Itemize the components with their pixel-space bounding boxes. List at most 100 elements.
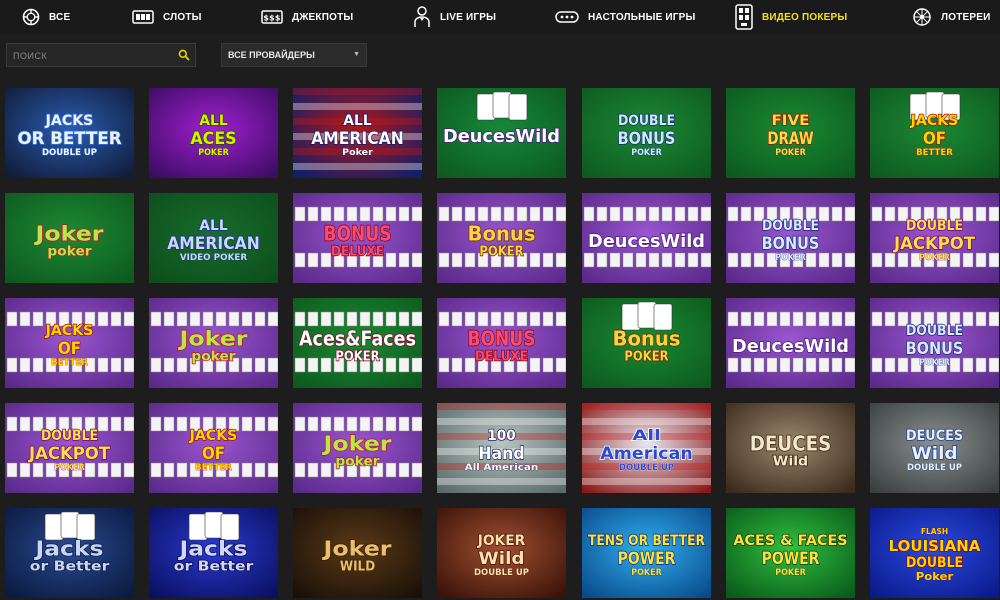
game-tile[interactable]: FIVE DRAW POKER	[726, 88, 855, 178]
game-title-line: All American	[465, 463, 538, 473]
game-title-line: POKER	[775, 148, 806, 158]
game-title-line: BONUS	[906, 339, 964, 359]
game-title-line: ALL	[343, 113, 372, 129]
dealer-icon	[414, 6, 430, 27]
search-icon[interactable]	[178, 49, 190, 61]
game-tile[interactable]: DOUBLE JACKPOT POKER	[5, 403, 134, 493]
game-tile[interactable]: 100 Hand All American	[437, 403, 566, 493]
game-tile[interactable]: TENS OR BETTER POWER POKER	[582, 508, 711, 598]
game-tile[interactable]: Aces&Faces POKER	[293, 298, 422, 388]
game-thumbnail: FIVEDRAWPOKER	[726, 88, 855, 178]
video-poker-icon	[735, 4, 753, 30]
nav-item-slots[interactable]: СЛОТЫ	[132, 0, 202, 34]
game-title-line: Bonus	[468, 222, 536, 246]
game-title-line: OF	[202, 444, 225, 464]
game-tile[interactable]: All American DOUBLE UP	[582, 403, 711, 493]
game-thumbnail: ALLAMERICANVIDEO POKER	[149, 193, 278, 283]
game-tile[interactable]: JACKS OF BETTER	[149, 403, 278, 493]
nav-item-video-poker[interactable]: ВИДЕО ПОКЕРЫ	[735, 0, 847, 34]
game-tile[interactable]: DeucesWild	[726, 298, 855, 388]
game-tile[interactable]: DEUCES Wild	[726, 403, 855, 493]
game-thumbnail: ALLAMERICANPoker	[293, 88, 422, 178]
game-tile[interactable]: Bonus POKER	[437, 193, 566, 283]
game-title-line: DeucesWild	[732, 336, 849, 357]
game-tile[interactable]: Jacks or Better	[149, 508, 278, 598]
game-title-line: WILD	[340, 560, 376, 575]
game-tile[interactable]: DOUBLE BONUS POKER	[870, 298, 999, 388]
chip-icon	[22, 8, 40, 26]
game-title-line: Jacks	[177, 537, 247, 561]
game-tile[interactable]: DOUBLE BONUS POKER	[726, 193, 855, 283]
game-tile[interactable]: DeucesWild	[437, 88, 566, 178]
nav-item-live[interactable]: LIVE ИГРЫ	[413, 0, 496, 34]
game-tile[interactable]: ALL AMERICAN Poker	[293, 88, 422, 178]
game-tile[interactable]: DOUBLE JACKPOT POKER	[870, 193, 999, 283]
game-title-line: POKER	[335, 350, 379, 365]
game-tile[interactable]: JACKS OR BETTER DOUBLE UP	[5, 88, 134, 178]
search-box	[6, 43, 196, 68]
game-title-line: DELUXE	[331, 245, 384, 260]
game-title-line: BETTER	[195, 463, 232, 473]
search-input[interactable]	[7, 44, 180, 68]
game-tile[interactable]: Joker poker	[149, 298, 278, 388]
game-title-line: POKER	[775, 568, 806, 578]
game-title-line: OF	[58, 339, 81, 359]
nav-item-lottery[interactable]: ЛОТЕРЕИ	[912, 0, 991, 34]
game-title-line: JACKS	[189, 428, 238, 444]
nav-label-lottery: ЛОТЕРЕИ	[941, 11, 991, 23]
game-title-line: Wild	[911, 444, 957, 464]
game-title-line: or Better	[30, 560, 110, 575]
game-tile[interactable]: Joker WILD	[293, 508, 422, 598]
game-title-line: 100	[487, 428, 516, 444]
game-title-line: DEUCES	[750, 432, 832, 456]
nav-item-jackpots[interactable]: $$$ ДЖЕКПОТЫ	[261, 0, 353, 34]
nav-label-video-poker: ВИДЕО ПОКЕРЫ	[762, 11, 848, 23]
game-tile[interactable]: Jacks or Better	[5, 508, 134, 598]
game-tile[interactable]: JOKER Wild DOUBLE UP	[437, 508, 566, 598]
game-title-line: Jacks	[33, 537, 103, 561]
slot-machine-icon	[132, 10, 154, 24]
game-thumbnail: ACES & FACESPOWERPOKER	[726, 508, 855, 598]
game-title-line: OF	[923, 129, 946, 149]
game-thumbnail: AllAmericanDOUBLE UP	[582, 403, 711, 493]
game-thumbnail: DEUCESWildDOUBLE UP	[870, 403, 999, 493]
game-title-line: Wild	[478, 549, 524, 569]
game-title-line: LOUISIANA	[889, 537, 981, 555]
provider-select[interactable]: ВСЕ ПРОВАЙДЕРЫ ▼	[221, 43, 367, 67]
game-title-line: poker	[191, 350, 236, 365]
game-tile[interactable]: JACKS OF BETTER	[5, 298, 134, 388]
game-thumbnail: 100HandAll American	[437, 403, 566, 493]
game-title-line: DOUBLE	[762, 218, 819, 234]
nav-label-jackpots: ДЖЕКПОТЫ	[292, 11, 354, 23]
game-title-line: DOUBLE	[906, 555, 963, 571]
game-title-line: Aces&Faces	[299, 327, 416, 351]
game-title-line: POKER	[919, 358, 950, 368]
game-tile[interactable]: Joker poker	[5, 193, 134, 283]
game-title-line: OR BETTER	[17, 129, 121, 149]
nav-label-all: ВСЕ	[49, 11, 71, 23]
game-title-line: BONUS	[324, 222, 392, 246]
game-thumbnail: DOUBLEBONUSPOKER	[582, 88, 711, 178]
game-tile[interactable]: ALL AMERICAN VIDEO POKER	[149, 193, 278, 283]
nav-item-table[interactable]: НАСТОЛЬНЫЕ ИГРЫ	[555, 0, 696, 34]
game-title-line: poker	[335, 455, 380, 470]
nav-label-slots: СЛОТЫ	[163, 11, 202, 23]
game-title-line: Joker	[321, 432, 392, 456]
game-tile[interactable]: DOUBLE BONUS POKER	[582, 88, 711, 178]
game-tile[interactable]: BONUS DELUXE	[437, 298, 566, 388]
game-title-line: ALL	[199, 218, 228, 234]
game-tile[interactable]: BONUS DELUXE	[293, 193, 422, 283]
game-title-line: POKER	[198, 148, 229, 158]
game-tile[interactable]: Joker poker	[293, 403, 422, 493]
game-tile[interactable]: DEUCES Wild DOUBLE UP	[870, 403, 999, 493]
game-tile[interactable]: FLASH LOUISIANA DOUBLE Poker	[870, 508, 999, 598]
game-tile[interactable]: ACES & FACES POWER POKER	[726, 508, 855, 598]
game-tile[interactable]: ALL ACES POKER	[149, 88, 278, 178]
game-tile[interactable]: JACKS OF BETTER	[870, 88, 999, 178]
lottery-wheel-icon	[913, 8, 931, 26]
nav-item-all[interactable]: ВСЕ	[22, 0, 70, 34]
nav-label-live: LIVE ИГРЫ	[440, 11, 497, 23]
game-tile[interactable]: DeucesWild	[582, 193, 711, 283]
game-tile[interactable]: Bonus POKER	[582, 298, 711, 388]
game-thumbnail: Jacksor Better	[5, 508, 134, 598]
